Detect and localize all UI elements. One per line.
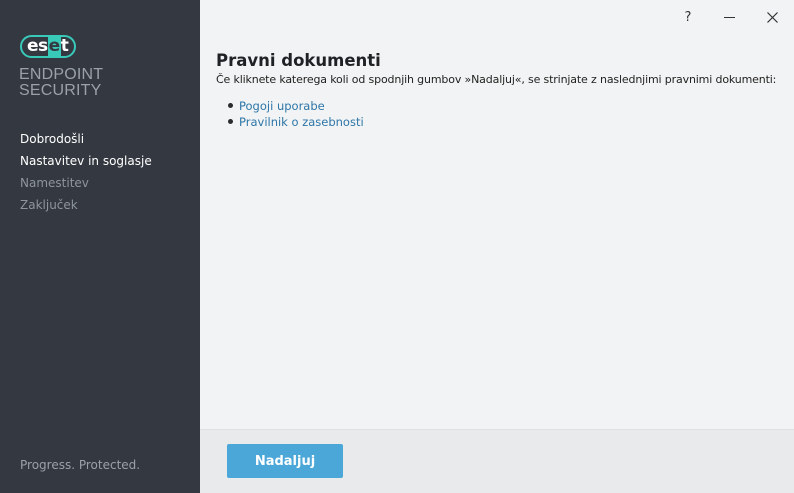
step-installation: Namestitev — [20, 176, 89, 190]
logo-text-mid: e — [47, 36, 61, 56]
continue-button[interactable]: Nadaljuj — [227, 444, 343, 478]
sidebar: es e t ENDPOINT SECURITY Dobrodošli Nastav… — [0, 0, 200, 493]
product-name-line1: ENDPOINT — [19, 66, 104, 83]
step-setup-and-consent: Nastavitev in soglasje — [20, 154, 152, 168]
minimize-icon — [724, 17, 735, 18]
step-nav: Dobrodošli Nastavitev in soglasje Namest… — [20, 128, 152, 216]
installer-window: es e t ENDPOINT SECURITY Dobrodošli Nastav… — [0, 0, 794, 493]
list-item: Pogoji uporabe — [228, 97, 774, 113]
privacy-policy-link[interactable]: Pravilnik o zasebnosti — [239, 115, 364, 129]
page-title: Pravni dokumenti — [216, 51, 381, 70]
logo-text-left: es — [27, 36, 48, 56]
tagline: Progress. Protected. — [20, 458, 141, 472]
help-button[interactable]: ? — [668, 0, 708, 34]
bullet-icon — [228, 119, 233, 124]
close-button[interactable] — [751, 0, 794, 34]
content-area: Pravni dokumenti Če kliknete katerega ko… — [216, 51, 777, 129]
bullet-icon — [228, 103, 233, 108]
terms-of-use-link[interactable]: Pogoji uporabe — [239, 99, 325, 113]
title-bar-controls: ? — [668, 0, 794, 34]
minimize-button[interactable] — [708, 0, 751, 34]
list-item: Pravilnik o zasebnosti — [228, 113, 774, 129]
eset-logo-badge: es e t — [20, 35, 77, 58]
footer-bar: Nadaljuj — [200, 429, 794, 493]
step-welcome: Dobrodošli — [20, 132, 85, 146]
help-icon: ? — [684, 9, 692, 25]
main-panel: ? Pravni dokumenti Če kliknete katerega … — [200, 0, 794, 493]
logo-text-right: t — [60, 36, 69, 56]
legal-documents-list: Pogoji uporabe Pravilnik o zasebnosti — [216, 97, 774, 129]
intro-text: Če kliknete katerega koli od spodnjih gu… — [216, 73, 777, 86]
close-icon — [767, 11, 778, 23]
eset-logo: es e t — [20, 35, 77, 58]
product-name-line2: SECURITY — [19, 82, 102, 99]
step-finish: Zaključek — [20, 198, 78, 212]
